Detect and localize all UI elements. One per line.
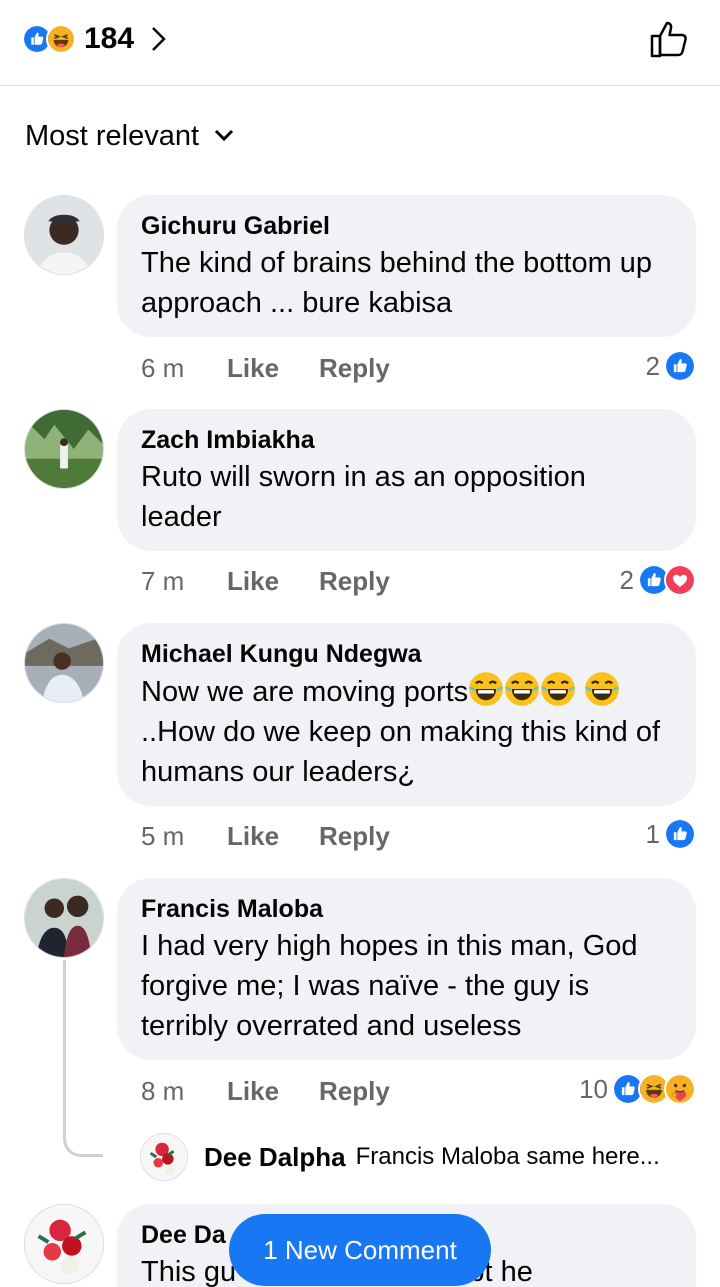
avatar[interactable] — [24, 1204, 104, 1284]
reaction-summary[interactable]: 184 — [22, 22, 170, 56]
comment-text-start: This gu — [141, 1256, 237, 1287]
comment-reaction-count: 1 — [645, 818, 660, 849]
chevron-down-icon — [215, 129, 234, 142]
reactions-header: 184 — [0, 0, 720, 86]
sort-label: Most relevant — [25, 119, 200, 152]
like-outline-icon[interactable] — [648, 18, 690, 60]
comment-reactions[interactable]: 10 — [579, 1072, 696, 1106]
avatar[interactable] — [24, 623, 104, 703]
haha-icon — [46, 24, 76, 54]
tears-of-joy-icon — [584, 671, 620, 707]
reply-snippet: Francis Maloba same here... — [355, 1143, 660, 1170]
comment-text-end: ..How do we keep on making this kind of … — [141, 716, 661, 788]
like-button[interactable]: Like — [227, 566, 319, 597]
reply-button[interactable]: Reply — [319, 1076, 390, 1107]
tears-of-joy-icon — [504, 671, 540, 707]
new-comment-button[interactable]: 1 New Comment — [229, 1214, 491, 1286]
comment-bubble[interactable]: Zach Imbiakha Ruto will sworn in as an o… — [117, 409, 696, 551]
comment-reactions[interactable]: 2 — [620, 563, 696, 597]
reply-button[interactable]: Reply — [319, 353, 390, 384]
comment-time[interactable]: 5 m — [141, 821, 227, 852]
love-icon — [664, 564, 696, 596]
comment-actions: 5 m Like Reply — [141, 819, 390, 853]
reaction-count: 184 — [84, 22, 135, 55]
comment-text: Ruto will sworn in as an opposition lead… — [141, 461, 586, 533]
sort-dropdown[interactable]: Most relevant — [25, 118, 235, 154]
avatar[interactable] — [24, 878, 104, 958]
reply-author[interactable]: Dee Dalpha — [204, 1142, 346, 1173]
comment-reaction-count: 2 — [645, 350, 660, 381]
comment-bubble[interactable]: Michael Kungu Ndegwa Now we are moving p… — [117, 623, 696, 806]
like-icon — [664, 818, 696, 850]
comment-text-start: Now we are moving ports — [141, 676, 469, 708]
like-button[interactable]: Like — [227, 821, 319, 852]
comment-author[interactable]: Gichuru Gabriel — [141, 209, 672, 243]
comment-text: Now we are moving ports ..How do we keep… — [141, 671, 672, 792]
avatar[interactable] — [24, 409, 104, 489]
tears-of-joy-icon — [540, 671, 576, 707]
comment-bubble[interactable]: Francis Maloba I had very high hopes in … — [117, 878, 696, 1060]
comment-author[interactable]: Michael Kungu Ndegwa — [141, 637, 672, 671]
comment-actions: 8 m Like Reply — [141, 1074, 390, 1108]
comment-bubble[interactable]: Gichuru Gabriel The kind of brains behin… — [117, 195, 696, 337]
chevron-right-icon — [152, 27, 166, 51]
like-icon — [664, 350, 696, 382]
comment-time[interactable]: 6 m — [141, 353, 227, 384]
reply-thread-line — [63, 960, 103, 1157]
reply-preview[interactable]: Dee Dalpha Francis Maloba same here... — [140, 1133, 660, 1181]
comment-text: I had very high hopes in this man, God f… — [141, 930, 638, 1042]
comment-author[interactable]: Zach Imbiakha — [141, 423, 672, 457]
reaction-icons — [22, 24, 76, 54]
like-button[interactable]: Like — [227, 1076, 319, 1107]
comment-time[interactable]: 8 m — [141, 1076, 227, 1107]
comment-time[interactable]: 7 m — [141, 566, 227, 597]
comment-actions: 6 m Like Reply — [141, 351, 390, 385]
care-icon — [664, 1073, 696, 1105]
tears-of-joy-icon — [468, 671, 504, 707]
comment-actions: 7 m Like Reply — [141, 564, 390, 598]
comment-reaction-count: 2 — [619, 564, 634, 595]
comment-author[interactable]: Francis Maloba — [141, 892, 672, 926]
avatar[interactable] — [140, 1133, 188, 1181]
comment-reaction-count: 10 — [579, 1073, 608, 1104]
avatar[interactable] — [24, 195, 104, 275]
comment-reactions[interactable]: 2 — [646, 349, 696, 383]
like-button[interactable]: Like — [227, 353, 319, 384]
reply-button[interactable]: Reply — [319, 821, 390, 852]
comment-text: The kind of brains behind the bottom up … — [141, 247, 653, 319]
comment-reactions[interactable]: 1 — [646, 817, 696, 851]
reply-button[interactable]: Reply — [319, 566, 390, 597]
